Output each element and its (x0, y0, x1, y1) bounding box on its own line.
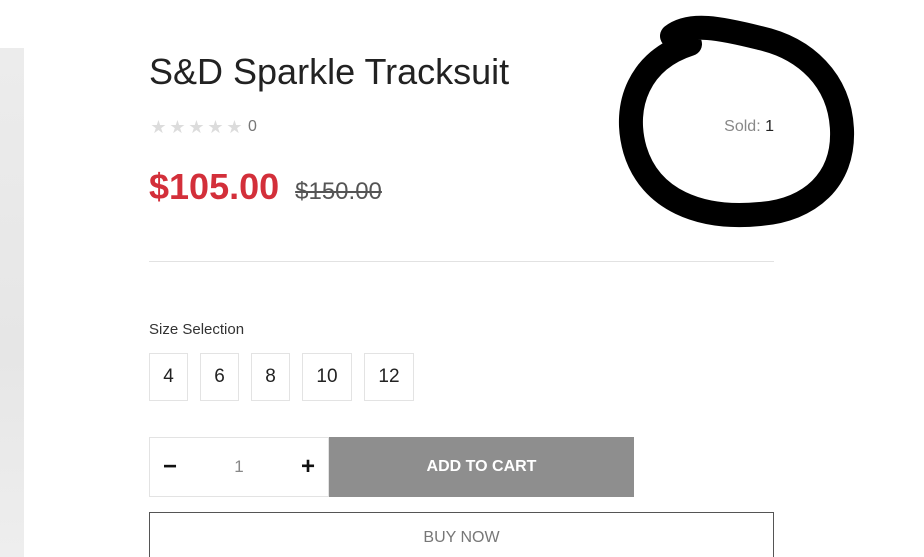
size-options: 4 6 8 10 12 (149, 353, 414, 401)
size-option-8[interactable]: 8 (251, 353, 290, 401)
star-icon: ★ (188, 117, 205, 137)
review-count: 0 (248, 118, 257, 135)
divider (149, 261, 774, 262)
star-icon: ★ (207, 117, 224, 137)
product-image-gallery-edge (0, 48, 24, 557)
decrement-button[interactable]: − (150, 438, 190, 496)
quantity-stepper: − + (149, 437, 329, 497)
size-option-4[interactable]: 4 (149, 353, 188, 401)
product-title: S&D Sparkle Tracksuit (149, 51, 510, 92)
rating-stars: ★ ★ ★ ★ ★ (149, 116, 244, 138)
size-selection-label: Size Selection (149, 321, 245, 338)
quantity-input[interactable] (207, 456, 271, 478)
star-icon: ★ (169, 117, 186, 137)
price-row: $105.00 $150.00 (149, 165, 382, 209)
purchase-row: − + ADD TO CART (149, 437, 634, 497)
buy-now-button[interactable]: BUY NOW (149, 512, 774, 557)
sold-label: Sold: (724, 118, 766, 135)
add-to-cart-button[interactable]: ADD TO CART (329, 437, 634, 497)
size-option-12[interactable]: 12 (364, 353, 414, 401)
increment-button[interactable]: + (288, 438, 328, 496)
star-icon: ★ (150, 117, 167, 137)
product-rating[interactable]: ★ ★ ★ ★ ★ 0 (149, 116, 257, 138)
size-option-6[interactable]: 6 (200, 353, 239, 401)
star-icon: ★ (226, 117, 243, 137)
sold-value: 1 (765, 118, 774, 135)
size-option-10[interactable]: 10 (302, 353, 352, 401)
sold-count: Sold: 1 (700, 116, 774, 138)
compare-at-price: $150.00 (295, 178, 382, 205)
sale-price: $105.00 (149, 166, 280, 207)
